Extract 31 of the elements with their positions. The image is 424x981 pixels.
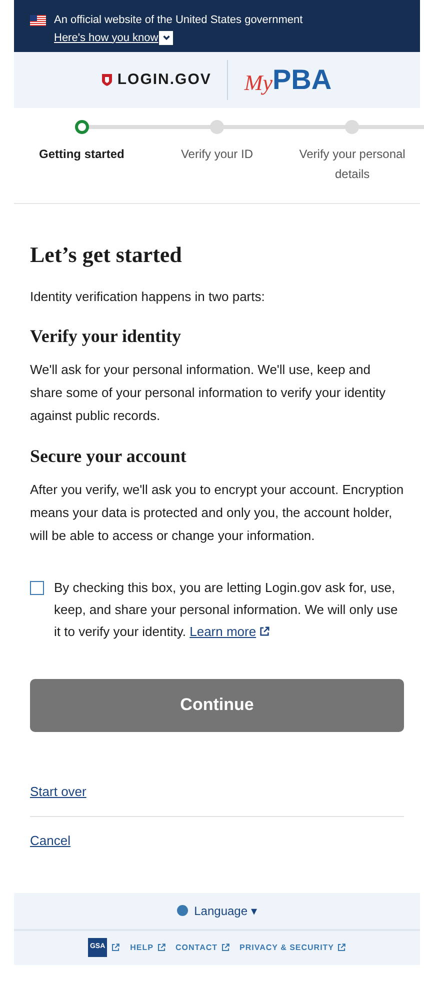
shield-icon [102, 74, 112, 86]
consent-text: By checking this box, you are letting Login.gov ask for, use, keep, and share your personal information. We will only use it to verify your identity. Learn more [54, 576, 404, 642]
text-link[interactable]: Start over [30, 784, 86, 798]
step-label: Verify your personal details [298, 146, 406, 183]
section-heading: Secure your account [30, 444, 188, 468]
flag-icon [30, 14, 46, 26]
external-link-icon [259, 626, 270, 637]
external-link-icon [220, 943, 230, 952]
section-text: After you verify, we'll ask you to encrypt your account. Encryption means your data is protected and only you, the account holder, will be able to access or change your information. [30, 480, 404, 545]
learn-more-link[interactable]: Learn more [190, 620, 270, 642]
step-label: Getting started [38, 146, 126, 163]
footer-link[interactable]: CONTACT [176, 942, 218, 954]
intro-text: Identity verification happens in two parts: [30, 288, 266, 306]
language-button[interactable]: Language ▾ [194, 902, 257, 920]
page-title: Let’s get started [30, 241, 183, 269]
login-logo: LOGIN.GOV [117, 70, 212, 90]
step-label: Verify your ID [180, 146, 254, 163]
how-you-know-link[interactable]: Here's how you know [54, 30, 158, 46]
chevron-icon[interactable] [159, 30, 174, 45]
external-link-icon [111, 943, 120, 952]
banner-text: An official website of the United States government [54, 13, 303, 28]
text-link[interactable]: Cancel [30, 832, 70, 848]
footer-link[interactable]: HELP [130, 942, 154, 954]
section-text: We'll ask for your personal information. We'll use, keep and share some of your personal information to verify your identity against public records. [30, 360, 387, 425]
partner-logo-prefix: My [244, 72, 272, 94]
external-link-icon [337, 943, 346, 952]
partner-logo: PBA [272, 66, 332, 94]
section-heading: Verify your identity [30, 324, 182, 348]
consent-checkbox[interactable] [30, 580, 44, 594]
external-link-icon [156, 943, 166, 952]
footer-link[interactable]: PRIVACY & SECURITY [240, 942, 334, 954]
